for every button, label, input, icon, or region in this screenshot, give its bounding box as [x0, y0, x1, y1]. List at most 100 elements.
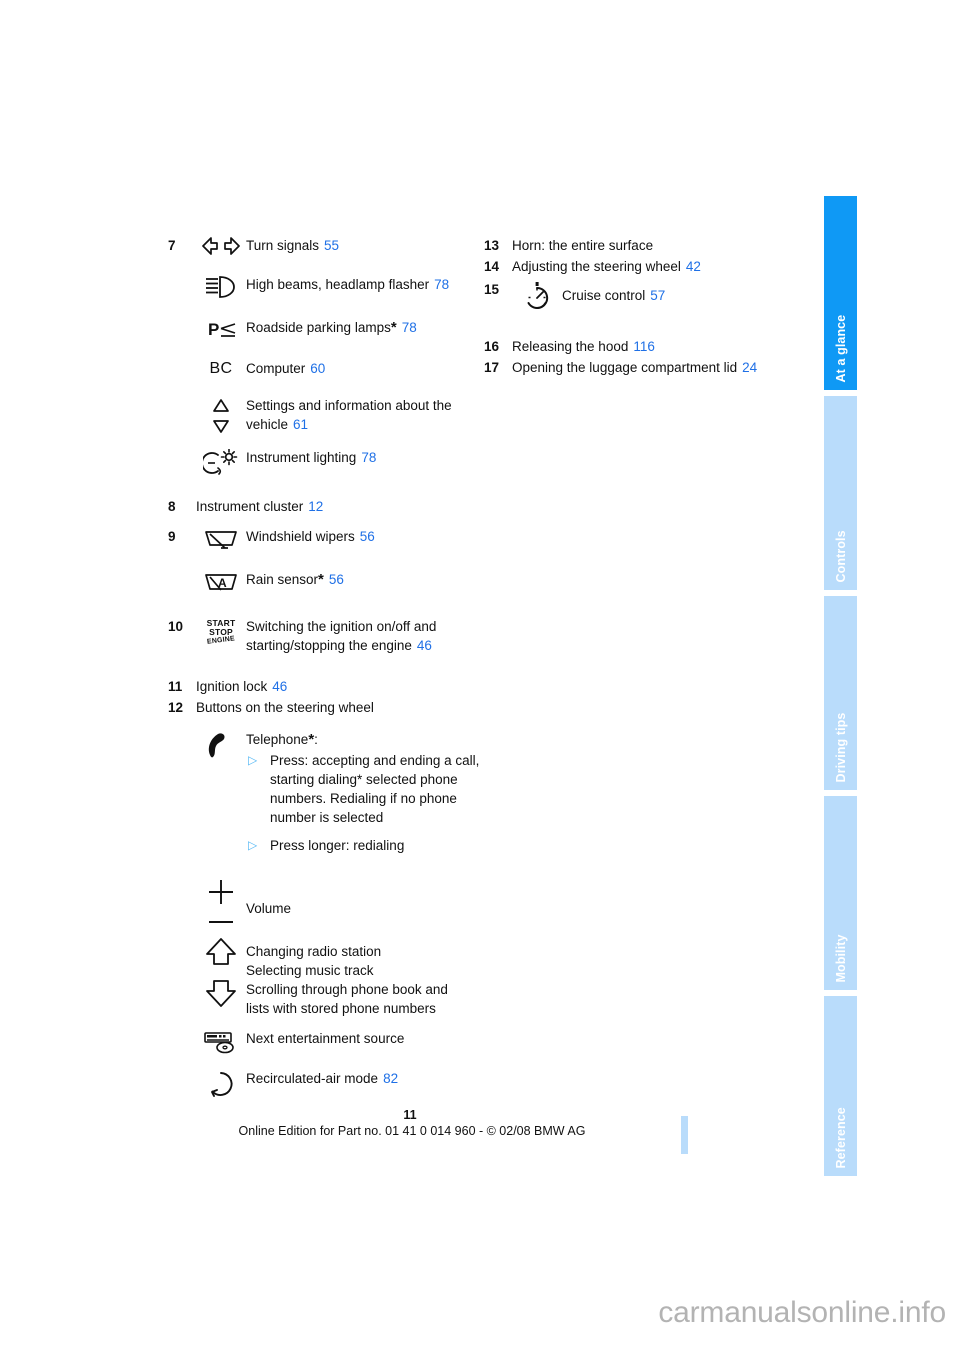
start-stop-label-line2: starting/stopping the engine: [246, 638, 412, 653]
steering-wheel-label: Adjusting the steering wheel: [512, 259, 681, 274]
tab-controls[interactable]: Controls: [824, 396, 857, 590]
entry-7-roadside-parking-lamps: P Roadside parking lamps* 78: [168, 318, 498, 339]
tab-controls-label: Controls: [833, 529, 848, 582]
telephone-handset-icon: [196, 730, 246, 765]
telephone-bullet-2: ▷ Press longer: redialing: [246, 836, 498, 855]
telephone-bullet-1-text: Press: accepting and ending a call, star…: [270, 753, 480, 825]
computer-page[interactable]: 60: [310, 361, 325, 376]
telephone-bullet-1: ▷ Press: accepting and ending a call, st…: [246, 751, 498, 827]
entry-12-entertainment-text: Next entertainment source: [246, 1031, 405, 1046]
entry-12-number: 12: [168, 700, 184, 715]
settings-label: Settings and information about the vehic…: [246, 398, 452, 432]
entry-12-radio-track-text: Changing radio station Selecting music t…: [246, 936, 448, 1018]
instrument-cluster-label: Instrument cluster: [196, 499, 304, 514]
bc-computer-icon: BC: [196, 359, 246, 378]
tab-reference[interactable]: Reference: [824, 996, 857, 1176]
entry-12-volume-text: Volume: [246, 901, 292, 916]
turn-signals-icon: [196, 236, 246, 255]
windshield-wipers-page[interactable]: 56: [360, 529, 375, 544]
left-content-column: 7 Turn signals 55 High beams, headlamp f…: [168, 236, 498, 1098]
settings-page[interactable]: 61: [293, 417, 308, 432]
triangle-bullet-icon: ▷: [248, 753, 258, 767]
plus-minus-icon: [196, 877, 246, 930]
entry-7-computer-text: Computer 60: [246, 359, 325, 378]
entry-12-entertainment-source: Next entertainment source: [168, 1029, 498, 1054]
high-beams-label: High beams, headlamp flasher: [246, 277, 430, 292]
entry-7-computer: BC Computer 60: [168, 359, 498, 378]
rain-sensor-label: Rain sensor: [246, 572, 319, 587]
entry-7-high-beams-text: High beams, headlamp flasher 78: [246, 275, 449, 294]
start-stop-page[interactable]: 46: [417, 638, 432, 653]
entry-16-number: 16: [484, 339, 500, 354]
instrument-lighting-page[interactable]: 78: [361, 450, 376, 465]
svg-text:P: P: [208, 320, 219, 339]
cruise-control-label: Cruise control: [562, 288, 646, 303]
entry-9-rain-sensor-text: Rain sensor* 56: [246, 570, 344, 589]
tab-driving-tips[interactable]: Driving tips: [824, 596, 857, 790]
entry-16-releasing-hood: 16 Releasing the hood 116: [484, 337, 814, 356]
entry-15-text: Cruise control 57: [562, 280, 665, 305]
steering-wheel-page[interactable]: 42: [686, 259, 701, 274]
telephone-label: Telephone: [246, 732, 309, 747]
ignition-lock-page[interactable]: 46: [272, 679, 287, 694]
entry-7-high-beams: High beams, headlamp flasher 78: [168, 275, 498, 298]
entry-11-number: 11: [168, 679, 183, 694]
luggage-lid-page[interactable]: 24: [742, 360, 757, 375]
computer-label: Computer: [246, 361, 306, 376]
up-down-thick-arrows-icon: [196, 936, 246, 1009]
entry-15-cruise-control: 15 Cruise control 57: [484, 280, 814, 311]
cruise-control-page[interactable]: 57: [650, 288, 665, 303]
footer-edition-note: Online Edition for Part no. 01 41 0 014 …: [238, 1124, 586, 1138]
start-stop-engine-icon: START STOP ENGINE: [196, 617, 246, 648]
entry-9-number: 9: [168, 529, 176, 544]
entry-7-roadside-parking-text: Roadside parking lamps* 78: [246, 318, 417, 337]
ignition-lock-label: Ignition lock: [196, 679, 268, 694]
releasing-hood-page[interactable]: 116: [633, 339, 655, 354]
recirculated-air-page[interactable]: 82: [383, 1071, 398, 1086]
high-beams-page[interactable]: 78: [434, 277, 449, 292]
entry-17-text: Opening the luggage compartment lid 24: [512, 358, 757, 377]
svg-text:A: A: [218, 576, 227, 590]
tab-at-a-glance[interactable]: At a glance: [824, 196, 857, 390]
tab-reference-label: Reference: [833, 1106, 848, 1168]
tab-mobility-label: Mobility: [833, 933, 848, 982]
telephone-colon: :: [314, 732, 318, 747]
entry-13-horn: 13 Horn: the entire surface: [484, 236, 814, 255]
entry-17-number: 17: [484, 360, 500, 375]
roadside-parking-page[interactable]: 78: [402, 320, 417, 335]
rain-sensor-page[interactable]: 56: [329, 572, 344, 587]
radio-line-3: Scrolling through phone book and: [246, 982, 448, 997]
windshield-wipers-label: Windshield wipers: [246, 529, 355, 544]
radio-line-4: lists with stored phone numbers: [246, 1001, 436, 1016]
entry-8-instrument-cluster: 8 Instrument cluster 12: [168, 497, 498, 516]
bc-glyph: BC: [209, 360, 233, 377]
recirculated-air-label: Recirculated-air mode: [246, 1071, 379, 1086]
option-asterisk: *: [390, 319, 397, 336]
entry-7-instrument-lighting-text: Instrument lighting 78: [246, 448, 376, 467]
releasing-hood-label: Releasing the hood: [512, 339, 629, 354]
entry-13-number: 13: [484, 238, 500, 253]
entry-12-radio-track: Changing radio station Selecting music t…: [168, 936, 498, 1018]
instrument-lighting-icon: [196, 448, 246, 475]
entry-8-number: 8: [168, 499, 176, 514]
instrument-lighting-label: Instrument lighting: [246, 450, 357, 465]
page-footer: 11 Online Edition for Part no. 01 41 0 0…: [0, 1108, 824, 1138]
entry-11-ignition-lock: 11 Ignition lock 46: [168, 677, 498, 696]
entry-12-telephone: Telephone*: ▷ Press: accepting and endin…: [168, 730, 498, 855]
entry-7-turn-signals-text: Turn signals 55: [246, 236, 339, 255]
telephone-bullet-2-text: Press longer: redialing: [270, 838, 405, 853]
start-stop-label-line1: Switching the ignition on/off and: [246, 619, 437, 634]
triangle-bullet-icon: ▷: [248, 838, 258, 852]
tab-mobility[interactable]: Mobility: [824, 796, 857, 990]
entry-9-windshield-wipers: 9 Windshield wipers 56: [168, 527, 498, 550]
up-down-arrows-icon: [196, 396, 246, 435]
entry-9-wipers-text: Windshield wipers 56: [246, 527, 375, 546]
entry-10-text: Switching the ignition on/off and starti…: [246, 617, 436, 655]
instrument-cluster-page[interactable]: 12: [308, 499, 323, 514]
entry-7-turn-signals: 7 Turn signals 55: [168, 236, 498, 255]
roadside-parking-label: Roadside parking lamps: [246, 320, 391, 335]
rain-sensor-icon: A: [196, 570, 246, 593]
windshield-wiper-icon: [196, 527, 246, 550]
turn-signals-page[interactable]: 55: [324, 238, 339, 253]
luggage-lid-label: Opening the luggage compartment lid: [512, 360, 738, 375]
